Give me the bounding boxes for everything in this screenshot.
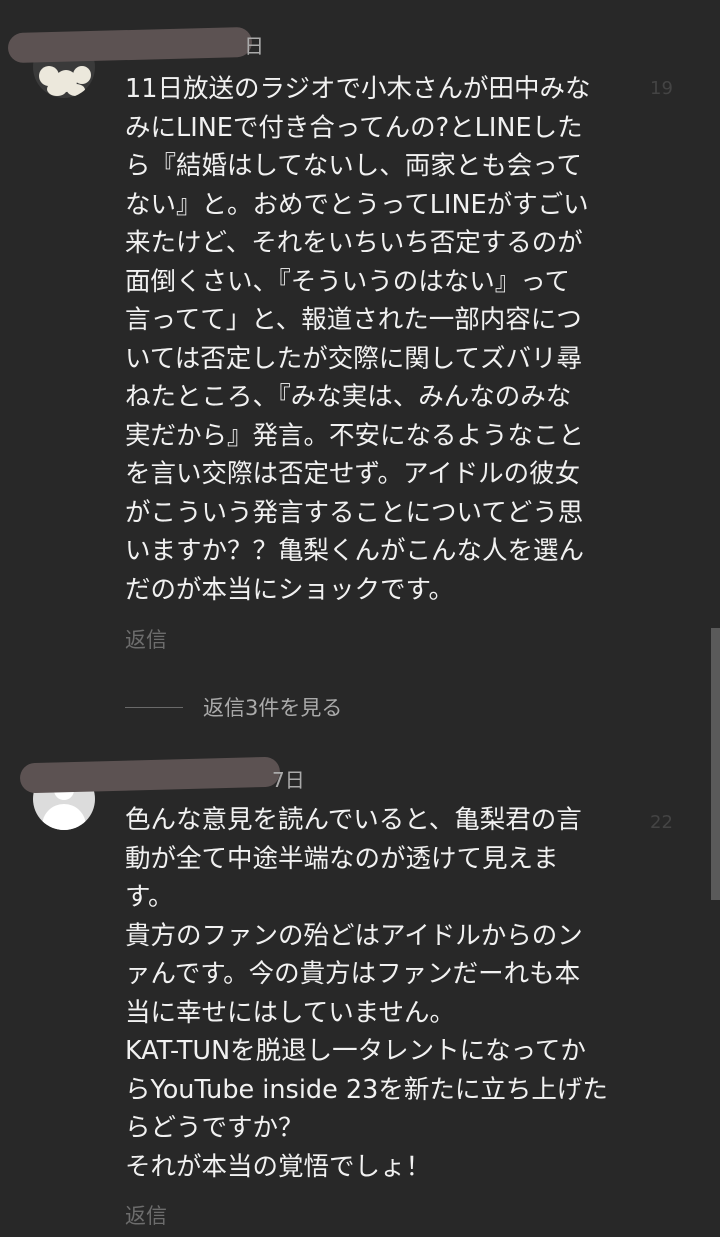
comment-date: 日 (244, 34, 264, 58)
view-replies-button[interactable]: 返信3件を見る (125, 690, 342, 724)
reply-button[interactable]: 返信 (125, 624, 167, 654)
comment-text-line: いては否定したが交際に関してズバリ尋 (125, 343, 582, 374)
reply-button[interactable]: 返信 (125, 1200, 167, 1230)
comment-text-line: ねたところ、『みな実は、みんなのみな (125, 382, 572, 412)
comment-text-line: だのが本当にショックです。 (125, 574, 454, 605)
comment-text-line: を言い交際は否定せず。アイドルの彼女 (125, 459, 581, 489)
comment-text-line: それが本当の覚悟でしょ！ (125, 1151, 432, 1182)
comment-date: 7日 (272, 768, 305, 792)
divider (125, 706, 183, 708)
comment-text-line: す。 (125, 882, 174, 912)
comment-text-line: 貴方のファンの殆どはアイドルからのン (125, 920, 583, 951)
view-replies-label: 返信3件を見る (203, 696, 343, 720)
comment-text-line: 実だから』発言。不安になるようなこと (125, 420, 585, 451)
comment-text-line: 言ってて」と、報道された一部内容につ (125, 305, 582, 335)
comment-text: 色んな意見を読んでいると、亀梨君の言 動が全て中途半端なのが透けて見えま す。 … (125, 801, 625, 1186)
comment-text-line: 来たけど、それをいちいち否定するのが (125, 228, 583, 258)
comment-text: 11日放送のラジオで小木さんが田中みな みにLINEで付き合ってんの?とLINE… (125, 70, 625, 609)
comment-text-line: ない』と。おめでとうってLINEがすごい (125, 189, 589, 220)
redacted-username (7, 26, 253, 64)
redacted-username (19, 756, 281, 794)
comment-text-line: みにLINEで付き合ってんの?とLINEした (125, 112, 583, 143)
scrollbar-thumb[interactable] (711, 628, 720, 900)
comment-text-line: ァんです。今の貴方はファンだーれも本 (125, 959, 581, 989)
comment-text-line: 面倒くさい、『そういうのはない』って (125, 266, 570, 297)
comment-text-line: 色んな意見を読んでいると、亀梨君の言 (125, 805, 582, 835)
like-count: 22 (650, 812, 673, 833)
comment-text-line: がこういう発言することについてどう思 (125, 497, 584, 528)
like-count: 19 (650, 78, 673, 99)
comment-text-line: 11日放送のラジオで小木さんが田中みな (125, 74, 591, 104)
comment-text-line: らYouTube inside 23を新たに立ち上げた (125, 1074, 608, 1105)
comment-text-line: ら『結婚はしてないし、両家とも会って (125, 151, 582, 181)
comment-text-line: 当に幸せにはしていません。 (125, 997, 455, 1028)
comment-text-line: 動が全て中途半端なのが透けて見えま (125, 843, 559, 874)
comment-text-line: KAT-TUNを脱退し一タレントになってか (125, 1036, 586, 1066)
comment-text-line: らどうですか？ (125, 1113, 304, 1143)
comment-text-line: いますか？？亀梨くんがこんな人を選ん (125, 536, 585, 566)
